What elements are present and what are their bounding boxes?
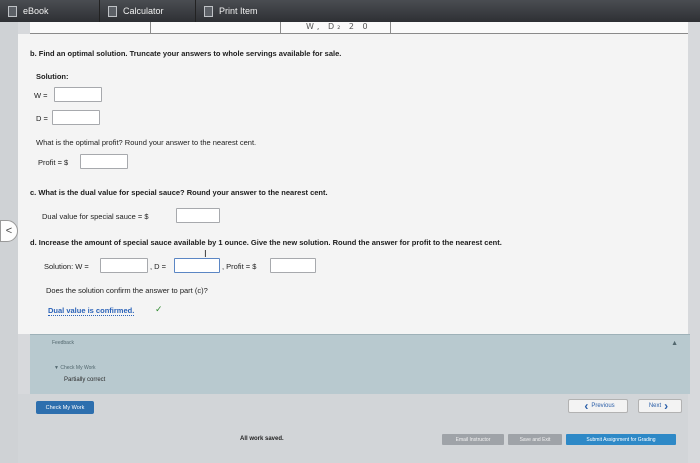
part-d-question: d. Increase the amount of special sauce …	[30, 238, 502, 247]
part-d-d-label: , D =	[150, 262, 167, 271]
calculator-icon	[108, 5, 117, 17]
save-and-exit-button[interactable]: Save and Exit	[508, 434, 562, 445]
collapse-caret-icon[interactable]: ▲	[671, 340, 678, 347]
ebook-icon	[8, 5, 17, 17]
tab-ebook[interactable]: eBook	[0, 0, 100, 22]
tab-calculator-label: Calculator	[123, 6, 164, 16]
submit-assignment-button[interactable]: Submit Assignment for Grading	[566, 434, 676, 445]
feedback-status: Partially correct	[64, 377, 106, 383]
table-divider	[280, 22, 281, 34]
feedback-section: Feedback ▲ ▼ Check My Work Partially cor…	[30, 334, 690, 394]
tab-calculator[interactable]: Calculator	[100, 0, 196, 22]
tab-print-label: Print Item	[219, 6, 258, 16]
dual-value-label: Dual value for special sauce = $	[42, 212, 149, 221]
part-d-profit-input[interactable]	[270, 258, 316, 273]
chevron-left-icon: ‹	[584, 399, 589, 413]
table-divider	[390, 22, 391, 34]
feedback-title: Feedback	[52, 340, 74, 346]
part-d-w-input[interactable]	[100, 258, 148, 273]
profit-label: Profit = $	[38, 158, 69, 167]
check-my-work-button[interactable]: Check My Work	[36, 401, 94, 414]
next-button[interactable]: Next ›	[638, 399, 682, 413]
part-b-question: b. Find an optimal solution. Truncate yo…	[30, 49, 342, 58]
constraint-table-remnant: W, D₂ 2 0	[30, 22, 688, 34]
next-label: Next	[648, 403, 662, 409]
left-margin	[0, 22, 18, 463]
w-input[interactable]	[54, 87, 102, 102]
part-d-d-input[interactable]	[174, 258, 220, 273]
part-d-profit-label: , Profit = $	[222, 262, 257, 271]
profit-input[interactable]	[80, 154, 128, 169]
tab-ebook-label: eBook	[23, 6, 49, 16]
part-d-solution-label: Solution: W =	[44, 262, 89, 271]
profit-question: What is the optimal profit? Round your a…	[36, 138, 257, 147]
d-label: D =	[36, 114, 48, 123]
tab-print-item[interactable]: Print Item	[196, 0, 316, 22]
solution-label: Solution:	[36, 72, 69, 81]
save-status: All work saved.	[240, 436, 284, 442]
w-label: W =	[34, 91, 48, 100]
dual-value-input[interactable]	[176, 208, 220, 223]
previous-button[interactable]: ‹ Previous	[568, 399, 628, 413]
top-toolbar: eBook Calculator Print Item	[0, 0, 700, 22]
d-input[interactable]	[52, 110, 100, 125]
text-cursor-icon: I	[204, 249, 207, 260]
print-icon	[204, 5, 213, 17]
check-my-work-toggle[interactable]: ▼ Check My Work	[54, 365, 96, 371]
email-instructor-button[interactable]: Email Instructor	[442, 434, 504, 445]
part-c-question: c. What is the dual value for special sa…	[30, 188, 328, 197]
table-values: W, D₂ 2 0	[306, 22, 371, 31]
correct-check-icon: ✓	[155, 304, 163, 314]
previous-label: Previous	[591, 403, 615, 409]
chevron-right-icon: ›	[664, 399, 669, 413]
footer-bar: Check My Work ‹ Previous Next › All work…	[18, 394, 688, 463]
confirm-question: Does the solution confirm the answer to …	[46, 286, 208, 295]
table-divider	[150, 22, 151, 34]
question-panel: b. Find an optimal solution. Truncate yo…	[18, 34, 688, 334]
confirm-dropdown[interactable]: Dual value is confirmed.	[48, 306, 135, 316]
